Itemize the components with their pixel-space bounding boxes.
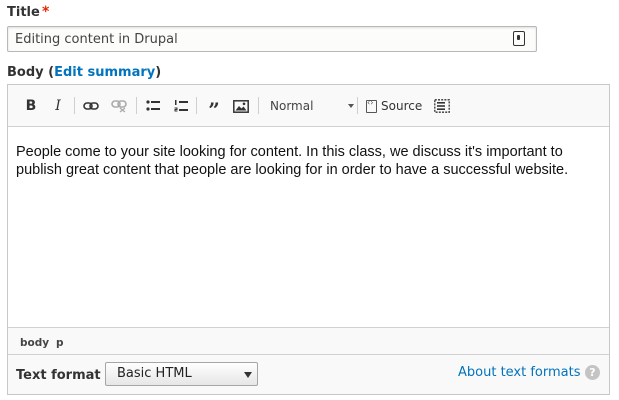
required-marker: * — [42, 4, 50, 20]
chevron-down-icon — [244, 372, 252, 378]
body-label: Body (Edit summary) — [7, 65, 161, 80]
text-format-label: Text format — [16, 368, 101, 383]
show-blocks-icon — [434, 99, 450, 113]
unlink-icon — [111, 100, 127, 113]
paragraph-format-dropdown[interactable]: Normal — [266, 96, 354, 116]
unlink-button[interactable] — [110, 96, 128, 116]
italic-button[interactable]: I — [50, 96, 66, 116]
body-paragraph[interactable]: People come to your site looking for con… — [16, 143, 601, 179]
toolbar-separator — [258, 97, 259, 114]
link-button[interactable] — [82, 96, 100, 116]
element-path-body[interactable]: body — [20, 337, 49, 349]
body-label-close-paren: ) — [155, 65, 162, 80]
editor-content-area[interactable]: People come to your site looking for con… — [8, 127, 609, 327]
toolbar-separator — [196, 97, 197, 114]
title-input[interactable]: Editing content in Drupal — [7, 26, 537, 52]
toolbar-separator — [357, 97, 358, 114]
bulleted-list-icon — [146, 100, 160, 111]
contact-card-icon[interactable] — [513, 31, 525, 46]
image-button[interactable] — [232, 96, 250, 116]
paragraph-format-value: Normal — [270, 99, 314, 113]
about-text-formats-link[interactable]: About text formats — [458, 365, 581, 380]
title-input-value: Editing content in Drupal — [15, 32, 178, 47]
image-icon — [233, 99, 249, 113]
edit-summary-link[interactable]: Edit summary — [54, 65, 155, 80]
text-format-value: Basic HTML — [117, 366, 192, 381]
title-label: Title — [7, 5, 40, 20]
source-label: Source — [381, 99, 423, 113]
toolbar-separator — [136, 97, 137, 114]
blockquote-button[interactable]: ” — [204, 96, 224, 120]
source-icon — [366, 98, 377, 113]
element-path-p[interactable]: p — [56, 337, 64, 349]
source-button[interactable]: Source — [366, 96, 424, 116]
body-label-text: Body — [7, 65, 44, 80]
format-dropdown-icon — [348, 104, 354, 108]
rich-text-editor: B I ” Normal Source — [7, 84, 610, 395]
bulleted-list-button[interactable] — [144, 96, 162, 116]
editor-toolbar: B I ” Normal Source — [8, 85, 609, 127]
link-icon — [83, 102, 99, 110]
numbered-list-icon — [174, 99, 188, 111]
numbered-list-button[interactable] — [172, 96, 190, 116]
help-icon[interactable]: ? — [585, 365, 600, 380]
element-path-bar: body p — [8, 327, 609, 355]
bold-button[interactable]: B — [22, 96, 40, 116]
toolbar-separator — [74, 97, 75, 114]
text-format-row: Text format Basic HTML About text format… — [8, 355, 609, 394]
text-format-select[interactable]: Basic HTML — [105, 362, 258, 386]
show-blocks-button[interactable] — [434, 96, 450, 116]
